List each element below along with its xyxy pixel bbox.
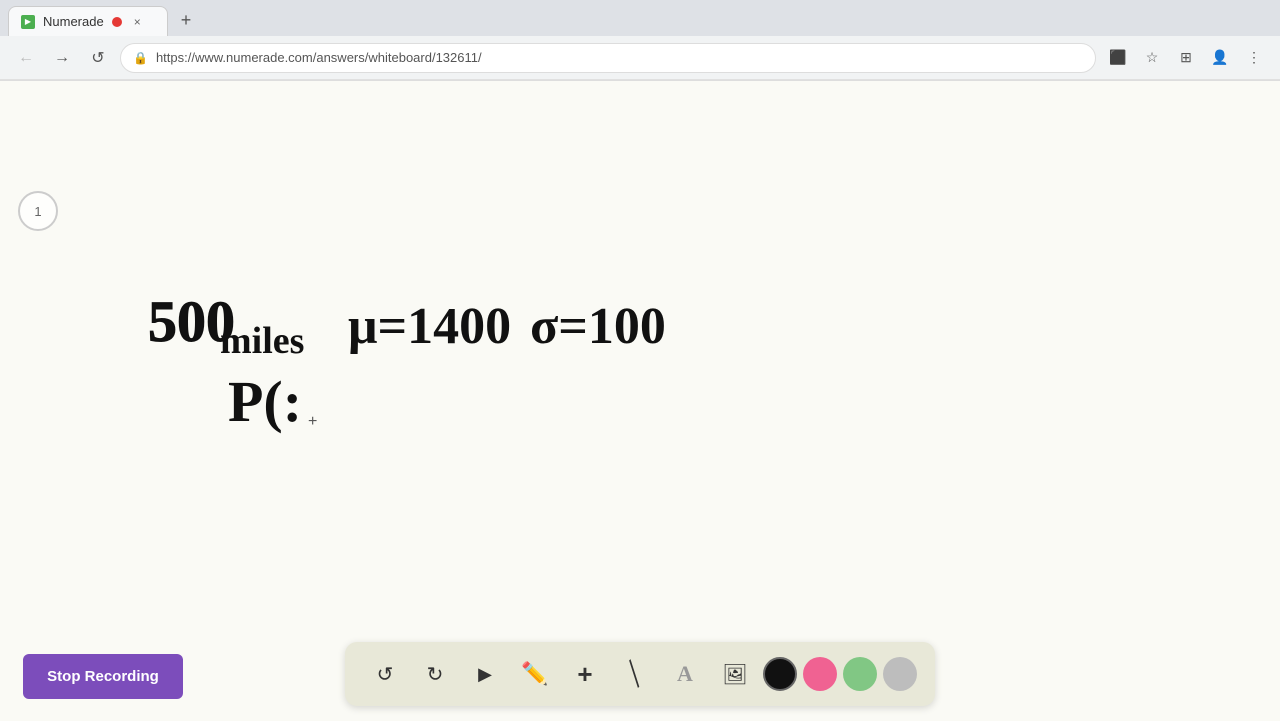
color-pink[interactable] (803, 657, 837, 691)
text-tool-button[interactable]: A (663, 652, 707, 696)
browser-chrome: Numerade × + ← → ↺ 🔒 https://www.numerad… (0, 0, 1280, 81)
video-capture-btn[interactable]: ⬛ (1104, 44, 1132, 72)
svg-text:+: + (308, 413, 317, 430)
redo-button[interactable]: ↻ (413, 652, 457, 696)
add-button[interactable]: + (563, 652, 607, 696)
svg-text:μ=1400: μ=1400 (348, 298, 511, 355)
eraser-tool-button[interactable]: ╱ (613, 652, 657, 696)
add-icon: + (577, 659, 592, 690)
tab-title: Numerade (43, 14, 104, 29)
refresh-button[interactable]: ↺ (84, 44, 112, 72)
svg-text:σ=100: σ=100 (530, 298, 666, 355)
url-text: https://www.numerade.com/answers/whitebo… (156, 50, 482, 65)
recording-dot (112, 17, 122, 27)
whiteboard-drawing: 500 miles μ=1400 σ=100 P(: + (0, 81, 1280, 721)
image-icon: 🖼 (722, 662, 747, 687)
address-bar-row: ← → ↺ 🔒 https://www.numerade.com/answers… (0, 36, 1280, 80)
back-button[interactable]: ← (12, 44, 40, 72)
svg-text:500: 500 (148, 289, 235, 354)
account-btn[interactable]: 👤 (1206, 44, 1234, 72)
color-green[interactable] (843, 657, 877, 691)
image-tool-button[interactable]: 🖼 (713, 652, 757, 696)
pen-tool-button[interactable]: ✏️ (513, 652, 557, 696)
browser-actions: ⬛ ☆ ⊞ 👤 ⋮ (1104, 44, 1268, 72)
pen-icon: ✏️ (521, 661, 548, 687)
undo-icon: ↺ (377, 662, 394, 687)
bookmark-btn[interactable]: ☆ (1138, 44, 1166, 72)
extensions-btn[interactable]: ⊞ (1172, 44, 1200, 72)
toolbar: ↺ ↻ ▶ ✏️ + ╱ A 🖼 (345, 642, 935, 706)
tab-favicon (21, 15, 35, 29)
menu-btn[interactable]: ⋮ (1240, 44, 1268, 72)
address-bar[interactable]: 🔒 https://www.numerade.com/answers/white… (120, 43, 1096, 73)
tab-bar: Numerade × + (0, 0, 1280, 36)
redo-icon: ↻ (427, 662, 444, 687)
active-tab[interactable]: Numerade × (8, 6, 168, 36)
eraser-icon: ╱ (621, 660, 649, 688)
tab-close-btn[interactable]: × (134, 15, 141, 29)
stop-recording-button[interactable]: Stop Recording (23, 654, 183, 699)
color-gray[interactable] (883, 657, 917, 691)
counter-value: 1 (34, 204, 41, 219)
counter-badge: 1 (18, 191, 58, 231)
lock-icon: 🔒 (133, 51, 148, 65)
select-tool-button[interactable]: ▶ (463, 652, 507, 696)
text-icon: A (677, 661, 693, 687)
undo-button[interactable]: ↺ (363, 652, 407, 696)
forward-button[interactable]: → (48, 44, 76, 72)
svg-text:P(:: P(: (228, 369, 302, 434)
color-black[interactable] (763, 657, 797, 691)
whiteboard-container[interactable]: 1 500 miles μ=1400 σ=100 P(: + Stop Reco… (0, 81, 1280, 721)
select-icon: ▶ (478, 664, 492, 685)
new-tab-button[interactable]: + (172, 6, 200, 34)
svg-text:miles: miles (220, 320, 304, 362)
